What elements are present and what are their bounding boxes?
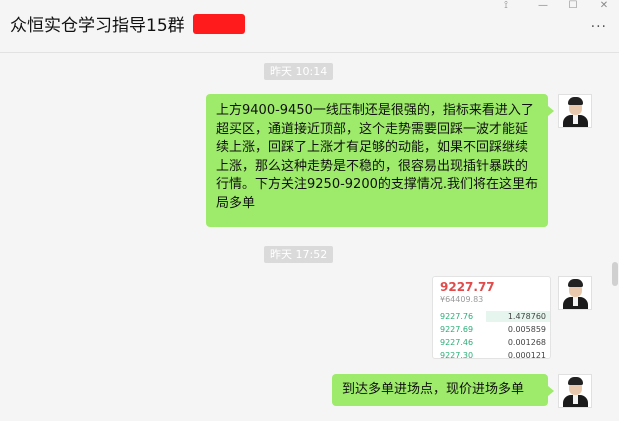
avatar-shirt-icon	[573, 297, 578, 306]
message-bubble[interactable]: 到达多单进场点，现价进场多单	[332, 374, 554, 406]
order-book-row: 9227.69 0.005859	[433, 323, 550, 336]
order-qty: 0.001268	[507, 338, 546, 347]
chat-title: 众恒实仓学习指导15群	[10, 16, 185, 36]
timestamp: 昨天 10:14	[264, 63, 334, 80]
cny-price: ¥64409.83	[440, 295, 484, 304]
last-price: 9227.77	[440, 280, 495, 294]
pin-icon[interactable]: ⟟	[497, 0, 515, 12]
avatar[interactable]	[558, 276, 592, 310]
order-qty: 1.478760	[507, 312, 546, 321]
order-price: 9227.46	[440, 338, 474, 347]
avatar[interactable]	[558, 94, 592, 128]
order-book-row: 9227.76 1.478760	[433, 310, 550, 323]
maximize-icon[interactable]: ☐	[564, 0, 582, 12]
order-price: 9227.30	[440, 351, 474, 359]
avatar-shirt-icon	[573, 395, 578, 404]
scrollbar[interactable]	[612, 262, 618, 286]
avatar[interactable]	[558, 374, 592, 408]
avatar-hair-icon	[568, 279, 583, 287]
message-bubble[interactable]: 上方9400-9450一线压制还是很强的，指标来看进入了超买区，通道接近顶部，这…	[206, 94, 554, 227]
image-message[interactable]: 9227.77 ¥64409.83 9227.76 1.478760 9227.…	[432, 276, 551, 359]
minimize-icon[interactable]: —	[534, 0, 552, 12]
order-book-row: 9227.46 0.001268	[433, 336, 550, 349]
order-price: 9227.76	[440, 312, 474, 321]
order-book: 9227.76 1.478760 9227.69 0.005859 9227.4…	[433, 310, 550, 359]
timestamp: 昨天 17:52	[264, 246, 334, 263]
order-price: 9227.69	[440, 325, 474, 334]
chat-header: 众恒实仓学习指导15群 ⟟ — ☐ ✕ ···	[0, 0, 619, 53]
order-book-row: 9227.30 0.000121	[433, 349, 550, 359]
order-qty: 0.000121	[507, 351, 546, 359]
close-icon[interactable]: ✕	[595, 0, 613, 12]
order-qty: 0.005859	[507, 325, 546, 334]
redaction-mark	[193, 14, 245, 34]
avatar-hair-icon	[568, 377, 583, 385]
more-options-icon[interactable]: ···	[591, 20, 607, 34]
avatar-hair-icon	[568, 97, 583, 105]
avatar-shirt-icon	[573, 115, 578, 124]
